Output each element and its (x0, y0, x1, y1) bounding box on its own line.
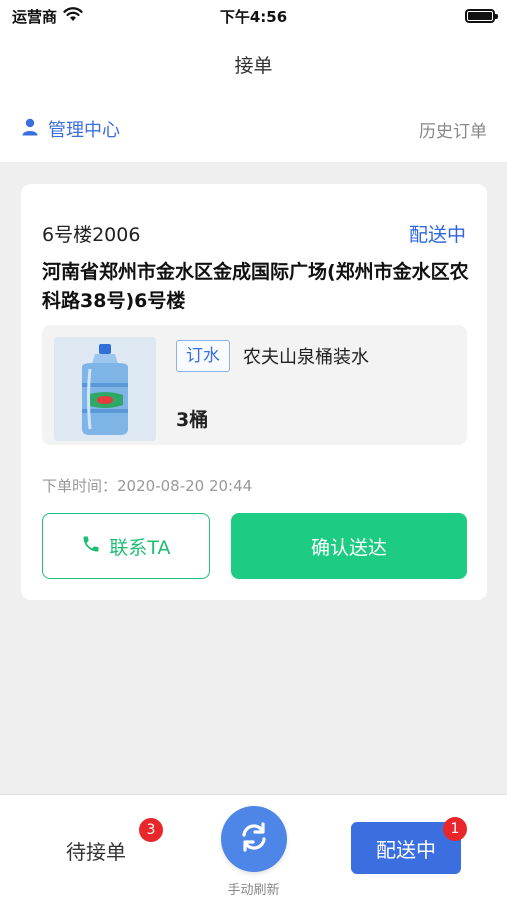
pending-count-badge: 3 (139, 818, 163, 842)
refresh-button[interactable] (221, 806, 287, 872)
history-orders-link[interactable]: 历史订单 (419, 117, 487, 142)
refresh-label: 手动刷新 (227, 883, 280, 898)
tab-pending-orders[interactable]: 待接单 (66, 836, 126, 865)
order-card: 6号楼2006 配送中 河南省郑州市金水区金成国际广场(郑州市金水区农科路38号… (21, 184, 487, 600)
goods-quantity: 3桶 (176, 409, 209, 431)
order-time-row: 下单时间：2020-08-20 20:44 (42, 475, 252, 496)
status-bar: 运营商 下午4:56 (0, 0, 507, 32)
order-time-value: 2020-08-20 20:44 (117, 477, 253, 495)
battery-icon (465, 9, 498, 23)
water-bottle-image (54, 337, 156, 441)
order-status: 配送中 (408, 224, 466, 246)
wifi-icon (63, 6, 83, 26)
confirm-delivery-button[interactable]: 确认送达 (231, 513, 467, 579)
status-left: 运营商 (12, 6, 83, 27)
delivering-count-badge: 1 (443, 817, 467, 841)
refresh-icon (236, 819, 272, 859)
tab-bar: 待接单 3 手动刷新 配送中 1 (0, 794, 507, 900)
order-time-label: 下单时间： (42, 477, 118, 495)
page-title: 接单 (234, 54, 273, 77)
order-room: 6号楼2006 (42, 224, 141, 246)
carrier-name: 运营商 (12, 7, 58, 26)
user-icon (22, 118, 38, 141)
contact-button-label: 联系TA (109, 536, 171, 559)
phone-icon (81, 534, 101, 559)
manage-center-link[interactable]: 管理中心 (22, 116, 120, 142)
order-address: 河南省郑州市金水区金成国际广场(郑州市金水区农科路38号)6号楼 (42, 261, 469, 312)
sub-header: 管理中心 历史订单 (0, 96, 507, 162)
manage-center-label: 管理中心 (48, 120, 120, 141)
tab-delivering-label: 配送中 (376, 837, 436, 862)
nav-bar: 接单 (0, 32, 507, 96)
goods-item: 订水 农夫山泉桶装水 3桶 (42, 325, 467, 445)
contact-button[interactable]: 联系TA (42, 513, 210, 579)
order-type-tag: 订水 (176, 340, 230, 372)
confirm-delivery-label: 确认送达 (310, 536, 387, 559)
goods-name: 农夫山泉桶装水 (243, 347, 369, 368)
